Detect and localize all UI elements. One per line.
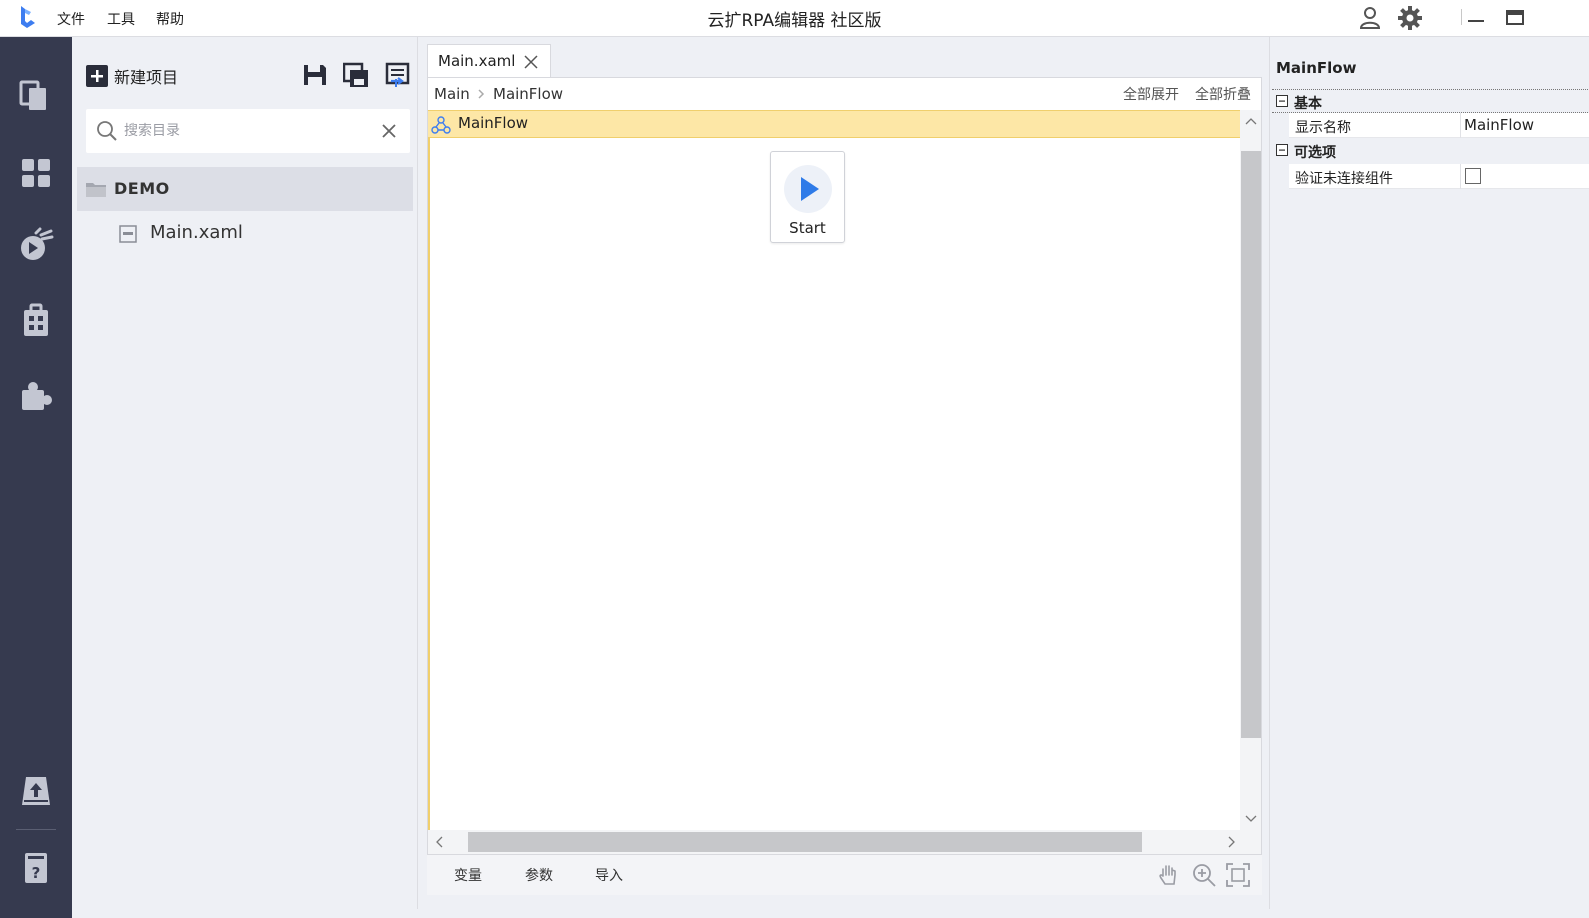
collapse-icon[interactable]	[1276, 95, 1288, 107]
plus-icon	[86, 65, 108, 87]
export-button[interactable]	[385, 62, 411, 88]
projects-icon[interactable]	[18, 77, 54, 113]
search-icon	[97, 121, 117, 141]
property-divider	[1460, 113, 1461, 138]
minimize-button[interactable]	[1462, 4, 1490, 32]
properties-title: MainFlow	[1276, 59, 1357, 77]
display-name-label: 显示名称	[1295, 120, 1351, 136]
user-button[interactable]	[1356, 4, 1384, 32]
verify-unconnected-label: 验证未连接组件	[1295, 171, 1393, 187]
start-node[interactable]: Start	[770, 151, 845, 243]
zoom-in-icon	[1193, 864, 1216, 887]
flowchart-area[interactable]: Start	[428, 138, 1240, 830]
minimize-icon	[1468, 20, 1484, 22]
clear-search-icon[interactable]	[380, 122, 398, 140]
vertical-scrollbar[interactable]	[1240, 110, 1261, 830]
title-bar: 文件 工具 帮助 云扩RPA编辑器 社区版	[0, 0, 1589, 37]
chevron-right-icon[interactable]	[1227, 836, 1237, 848]
property-verify-unconnected: 验证未连接组件	[1289, 164, 1589, 189]
tab-imports[interactable]: 导入	[595, 865, 623, 885]
save-icon	[304, 65, 326, 85]
pan-button[interactable]	[1156, 862, 1182, 888]
save-all-icon	[343, 62, 368, 87]
verify-unconnected-checkbox[interactable]	[1465, 168, 1481, 184]
save-button[interactable]	[302, 62, 328, 88]
tree-item-demo[interactable]: DEMO	[77, 167, 413, 211]
designer-bottom-bar: 变量 参数 导入	[427, 855, 1262, 895]
run-icon[interactable]	[18, 227, 54, 263]
project-panel: 新建项目 搜索目录 DEMO Main.xaml	[72, 37, 418, 909]
property-display-name: 显示名称 MainFlow	[1289, 113, 1589, 138]
horizontal-scroll-thumb[interactable]	[468, 832, 1142, 852]
category-basic-label: 基本	[1294, 96, 1322, 112]
flowchart-icon	[431, 116, 451, 134]
menu-file[interactable]: 文件	[57, 9, 85, 29]
editor-panel: Main.xaml Main MainFlow 全部展开 全部折叠 MainFl…	[418, 37, 1269, 909]
tab-arguments[interactable]: 参数	[525, 865, 553, 885]
category-optional-label: 可选项	[1294, 145, 1336, 161]
breadcrumb: Main MainFlow 全部展开 全部折叠	[428, 78, 1261, 110]
menu-tools[interactable]: 工具	[107, 9, 135, 29]
play-icon	[784, 165, 832, 213]
zoom-in-button[interactable]	[1191, 862, 1217, 888]
flowchart-header[interactable]: MainFlow	[428, 110, 1240, 138]
export-icon	[385, 62, 410, 87]
chevron-right-icon	[478, 89, 485, 99]
new-project-label: 新建项目	[114, 68, 179, 87]
status-bar	[72, 909, 1589, 918]
rail-divider	[16, 829, 56, 830]
start-label: Start	[789, 219, 826, 237]
workflow-file-icon	[119, 225, 137, 243]
search-input[interactable]	[124, 120, 364, 142]
breadcrumb-mainflow[interactable]: MainFlow	[493, 85, 563, 103]
horizontal-scrollbar[interactable]	[428, 830, 1261, 854]
save-all-button[interactable]	[343, 62, 369, 88]
property-divider	[1460, 164, 1461, 189]
window-title: 云扩RPA编辑器 社区版	[707, 11, 882, 31]
tree-root-label: DEMO	[114, 179, 170, 198]
components-icon[interactable]	[18, 155, 54, 191]
flowchart-title: MainFlow	[458, 114, 529, 132]
publish-icon[interactable]	[18, 773, 54, 809]
new-project-button[interactable]: 新建项目	[86, 64, 178, 88]
close-icon[interactable]	[524, 55, 538, 69]
navigation-rail: ?	[0, 37, 72, 918]
designer-canvas: Main MainFlow 全部展开 全部折叠 MainFlow Start	[427, 77, 1262, 855]
tab-variables[interactable]: 变量	[454, 865, 482, 885]
gear-icon	[1398, 6, 1422, 30]
chevron-left-icon[interactable]	[434, 836, 444, 848]
category-basic[interactable]: 基本	[1272, 89, 1589, 113]
collapse-icon[interactable]	[1276, 144, 1288, 156]
properties-panel: MainFlow 基本 显示名称 MainFlow 可选项 验证未连接组件	[1269, 37, 1589, 909]
tab-main-xaml[interactable]: Main.xaml	[427, 44, 551, 78]
tree-file-label: Main.xaml	[150, 222, 243, 243]
library-icon[interactable]	[18, 302, 54, 338]
vertical-scroll-thumb[interactable]	[1241, 151, 1261, 738]
maximize-button[interactable]	[1501, 4, 1529, 32]
display-name-field[interactable]: MainFlow	[1464, 116, 1534, 134]
help-icon[interactable]: ?	[18, 850, 54, 886]
plugins-icon[interactable]	[18, 376, 54, 412]
svg-text:?: ?	[32, 864, 41, 882]
collapse-all-link[interactable]: 全部折叠	[1195, 84, 1251, 104]
breadcrumb-main[interactable]: Main	[434, 85, 470, 103]
menu-help[interactable]: 帮助	[156, 9, 184, 29]
user-icon	[1359, 7, 1381, 29]
fit-to-screen-button[interactable]	[1225, 862, 1251, 888]
maximize-icon	[1506, 10, 1524, 25]
folder-icon	[86, 183, 106, 197]
fit-screen-icon	[1226, 863, 1250, 887]
hand-icon	[1159, 865, 1176, 885]
chevron-up-icon[interactable]	[1245, 116, 1257, 126]
settings-button[interactable]	[1396, 4, 1424, 32]
search-box	[86, 109, 410, 153]
expand-all-link[interactable]: 全部展开	[1123, 84, 1179, 104]
chevron-down-icon[interactable]	[1245, 814, 1257, 824]
app-logo-icon	[18, 4, 38, 30]
category-optional[interactable]: 可选项	[1272, 139, 1589, 163]
tab-label: Main.xaml	[438, 52, 516, 70]
